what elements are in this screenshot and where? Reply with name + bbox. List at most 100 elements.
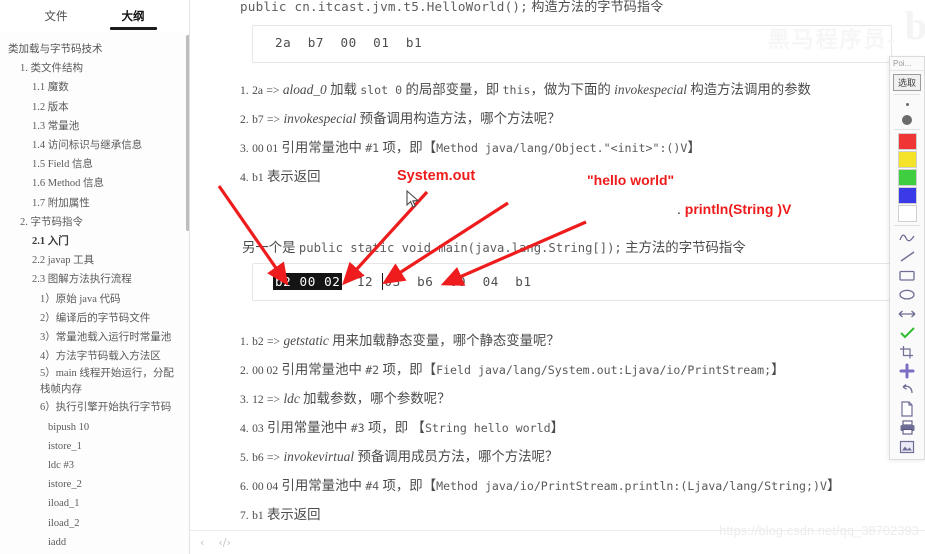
explanation-item: 6. 00 04 引用常量池中 #4 项，即【Method java/io/Pr…	[240, 472, 919, 501]
undo-icon[interactable]	[894, 380, 920, 399]
tab-files[interactable]: 文件	[41, 6, 72, 30]
document-viewport[interactable]: public cn.itcast.jvm.t5.HelloWorld(); 构造…	[190, 0, 925, 530]
outline-item[interactable]: 1.4 访问标识与继承信息	[0, 136, 189, 155]
freehand-icon[interactable]	[894, 228, 920, 247]
outline-item[interactable]: istore_1	[0, 437, 189, 456]
outline-item[interactable]: 1.7 附加属性	[0, 194, 189, 213]
item-opcode: b1	[252, 509, 264, 522]
explanation-item: 4. 03 引用常量池中 #3 项，即 【String hello world】	[240, 414, 919, 443]
sidebar-tabbar: 文件 大纲	[0, 0, 189, 33]
item-number: 1.	[240, 84, 249, 97]
item-text-1: 表示返回	[263, 169, 321, 184]
arrow-icon[interactable]	[894, 304, 920, 323]
outline-item[interactable]: 1.3 常量池	[0, 117, 189, 136]
outline-item[interactable]: iload_1	[0, 494, 189, 513]
outline-item[interactable]: 1）原始 java 代码	[0, 290, 189, 309]
item-number: 7.	[240, 509, 249, 522]
outline-item[interactable]: ldc #3	[0, 456, 189, 475]
outline-item[interactable]: 4）方法字节码载入方法区	[0, 347, 189, 366]
item-text-4: 构造方法调用的参数	[687, 82, 811, 97]
item-mono-2: Method java/lang/Object."<init>":()V	[436, 141, 688, 155]
crop-icon[interactable]	[894, 342, 920, 361]
outline-item[interactable]: 3）常量池载入运行时常量池	[0, 328, 189, 347]
brush-size-large[interactable]	[902, 112, 912, 127]
rectangle-icon[interactable]	[894, 266, 920, 285]
toolbar-mode-button[interactable]: 选取	[893, 74, 921, 91]
color-swatch[interactable]	[897, 151, 917, 168]
outline-item[interactable]: iload_2	[0, 514, 189, 533]
item-number: 1.	[240, 335, 249, 348]
outline-item[interactable]: 1.1 魔数	[0, 78, 189, 97]
outline-item[interactable]: bipush 10	[0, 418, 189, 437]
explanation-item: 1. b2 => getstatic 用来加载静态变量，哪个静态变量呢？	[240, 327, 919, 356]
outline-tree: 类加载与字节码技术 1. 类文件结构 1.1 魔数 1.2 版本 1.3 常量池 1.4 …	[0, 34, 189, 554]
item-opcode: b1	[252, 171, 264, 184]
item-text-3: 】	[687, 140, 701, 155]
print-icon[interactable]	[894, 418, 920, 437]
item-mono-1: #1	[365, 141, 380, 155]
code-selection-highlight[interactable]: b2 00 02	[273, 273, 343, 290]
ellipse-icon[interactable]	[894, 285, 920, 304]
outline-item[interactable]: 2）编译后的字节码文件	[0, 309, 189, 328]
item-number: 4.	[240, 422, 249, 435]
sidebar: 文件 大纲 类加载与字节码技术 1. 类文件结构 1.1 魔数 1.2 版本 1.3 常…	[0, 0, 190, 554]
item-mono-2: this	[502, 83, 531, 97]
annotation-toolbar: Poi... 选取	[889, 56, 925, 460]
paragraph-suffix: 主方法的字节码指令	[621, 240, 746, 255]
toolbar-title: Poi...	[890, 57, 924, 71]
item-mnemonic: aload_0	[282, 82, 327, 97]
item-number: 4.	[240, 171, 249, 184]
item-arrow: =>	[266, 84, 280, 97]
outline-item[interactable]: 5）main 线程开始运行，分配栈帧内存	[0, 366, 189, 398]
outline-item[interactable]: 2.1 入门	[0, 232, 189, 251]
explanation-item: 3. 12 => ldc 加载参数，哪个参数呢？	[240, 385, 919, 414]
tab-outline[interactable]: 大纲	[109, 6, 157, 30]
code-view-icon[interactable]: ‹/›	[218, 536, 231, 549]
item-opcode: b6	[252, 451, 264, 464]
item-text-3: 】	[550, 420, 564, 435]
annotation-system-out: System.out	[397, 168, 476, 184]
outline-item[interactable]: 类加载与字节码技术	[0, 40, 189, 59]
brush-size-small[interactable]	[905, 97, 909, 112]
outline-item[interactable]: 1.6 Method 信息	[0, 174, 189, 193]
sidebar-scroll-area[interactable]: 类加载与字节码技术 1. 类文件结构 1.1 魔数 1.2 版本 1.3 常量池 1.4 …	[0, 34, 189, 554]
color-swatch[interactable]	[897, 187, 917, 204]
item-text-1: 引用常量池中	[278, 362, 366, 377]
item-number: 6.	[240, 480, 249, 493]
color-swatch[interactable]	[897, 205, 917, 222]
check-icon[interactable]	[894, 323, 920, 342]
annotation-println: . println(String )V	[677, 201, 791, 217]
outline-item[interactable]: iadd	[0, 533, 189, 552]
paragraph-code: public static void main(java.lang.String…	[298, 241, 622, 255]
color-swatch[interactable]	[897, 133, 917, 150]
annotation-hello-world: "hello world"	[587, 172, 675, 188]
item-text-3: ，做为下面的	[530, 82, 615, 97]
item-arrow: =>	[267, 335, 281, 348]
item-text-2: 的局部变量，即	[402, 82, 503, 97]
item-text-3: 】	[826, 478, 841, 493]
item-text-1: 预备调用成员方法，哪个方法呢？	[354, 449, 559, 464]
outline-item[interactable]: 1.2 版本	[0, 98, 189, 117]
collapse-left-icon[interactable]: ‹	[200, 536, 204, 549]
outline-item[interactable]: 6）执行引擎开始执行字节码	[0, 398, 189, 417]
page-icon[interactable]	[894, 399, 920, 418]
item-arrow: =>	[267, 393, 281, 406]
line-icon[interactable]	[894, 247, 920, 266]
outline-item[interactable]: 1. 类文件结构	[0, 59, 189, 78]
item-text-1: 引用常量池中	[278, 140, 366, 155]
code-block-main[interactable]: b2 00 02 12 03 b6 00 04 b1	[252, 263, 892, 301]
image-icon[interactable]	[894, 437, 920, 456]
outline-item[interactable]: 2.3 图解方法执行流程	[0, 270, 189, 289]
item-number: 2.	[240, 113, 249, 126]
item-mnemonic-2: invokespecial	[614, 82, 688, 97]
outline-item[interactable]: 2. 字节码指令	[0, 213, 189, 232]
outline-item[interactable]: 2.2 javap 工具	[0, 251, 189, 270]
item-text-1: 预备调用构造方法，哪个方法呢？	[356, 111, 561, 126]
item-mono-2: Field java/lang/System.out:Ljava/io/Prin…	[436, 363, 772, 377]
outline-item[interactable]: 1.5 Field 信息	[0, 155, 189, 174]
color-swatch[interactable]	[897, 169, 917, 186]
add-icon[interactable]	[894, 361, 920, 380]
item-mono-2: String hello world	[424, 421, 551, 435]
outline-item[interactable]: istore_2	[0, 475, 189, 494]
item-text-1: 引用常量池中	[263, 420, 351, 435]
